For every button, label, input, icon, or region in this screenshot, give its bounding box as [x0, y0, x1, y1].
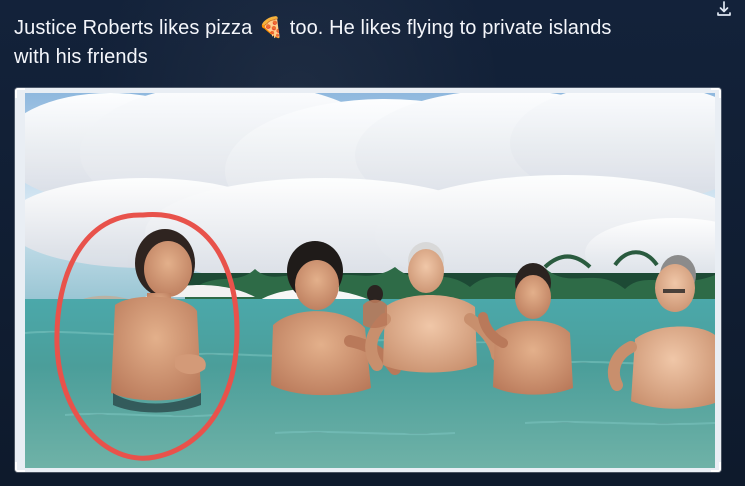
clouds: [25, 93, 715, 295]
download-icon[interactable]: [713, 0, 735, 18]
embedded-photo-frame[interactable]: [15, 88, 721, 472]
post-line-2: with his friends: [14, 46, 148, 68]
beach-photo: [25, 93, 715, 468]
screenshot-background: Justice Roberts likes pizza 🍕 too. He li…: [0, 0, 745, 486]
pizza-emoji: 🍕: [258, 17, 284, 39]
post-line-1: Justice Roberts likes pizza 🍕 too. He li…: [14, 14, 704, 43]
frame-corner-bottom-left: [15, 462, 25, 472]
post-text: Justice Roberts likes pizza 🍕 too. He li…: [14, 14, 704, 72]
post-line-1-part-2: too. He likes flying to private islands: [289, 17, 612, 39]
post-line-1-part-1: Justice Roberts likes pizza: [14, 17, 253, 39]
frame-corner-top-left: [15, 88, 25, 98]
